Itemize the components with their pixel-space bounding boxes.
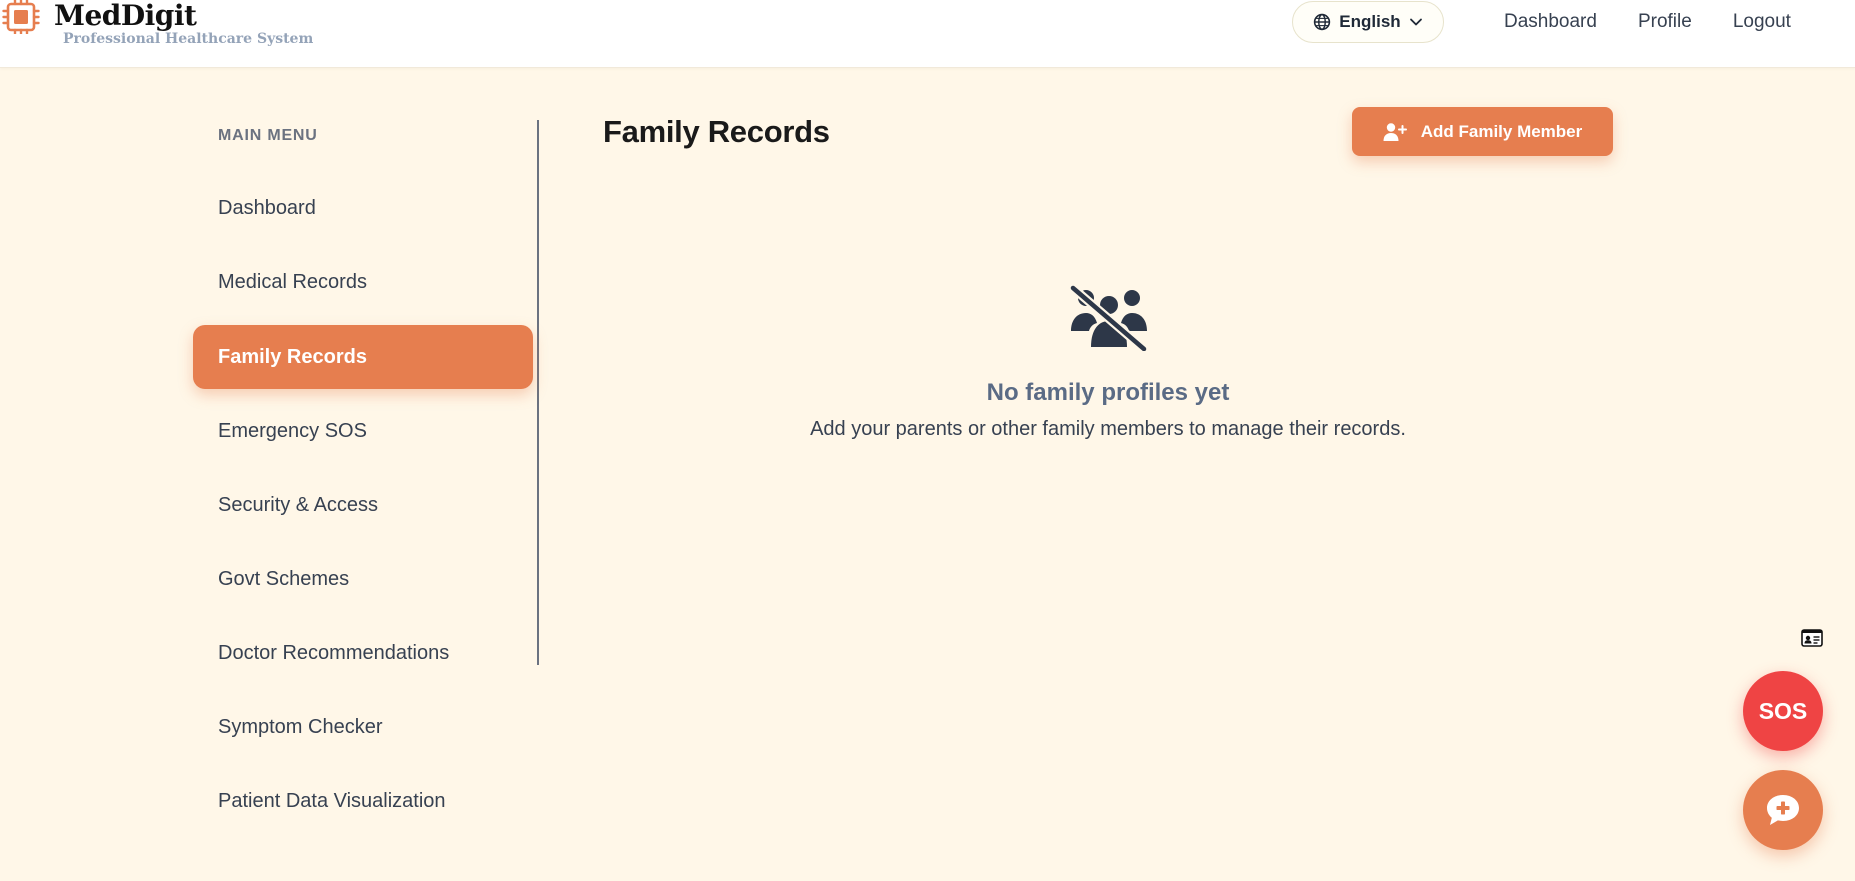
sidebar-item-security-access[interactable]: Security & Access <box>193 473 533 537</box>
chevron-down-icon <box>1409 18 1422 26</box>
sidebar-heading: MAIN MENU <box>218 127 318 144</box>
top-nav: Dashboard Profile Logout <box>1504 10 1791 34</box>
page-title: Family Records <box>603 114 830 149</box>
sidebar-item-doctor-recommendations[interactable]: Doctor Recommendations <box>193 621 533 685</box>
language-label: English <box>1339 12 1401 31</box>
medical-chat-button[interactable] <box>1743 770 1823 850</box>
empty-state-subtitle: Add your parents or other family members… <box>810 418 1406 440</box>
language-selector[interactable]: English <box>1292 1 1444 43</box>
brand-tagline: Professional Healthcare System <box>63 31 314 47</box>
nav-logout-link[interactable]: Logout <box>1733 10 1791 34</box>
brand-text: MedDigit Professional Healthcare System <box>54 0 313 47</box>
sidebar-item-dashboard[interactable]: Dashboard <box>193 176 533 240</box>
empty-state-title: No family profiles yet <box>986 379 1230 406</box>
brand-name: MedDigit <box>54 0 197 32</box>
id-card-icon[interactable] <box>1801 628 1823 648</box>
nav-profile-link[interactable]: Profile <box>1638 10 1692 34</box>
sidebar-item-patient-data-visualization[interactable]: Patient Data Visualization <box>193 769 533 833</box>
sidebar-item-govt-schemes[interactable]: Govt Schemes <box>193 547 533 611</box>
sidebar-item-symptom-checker[interactable]: Symptom Checker <box>193 695 533 759</box>
sos-button[interactable]: SOS <box>1743 671 1823 751</box>
top-header: MedDigit Professional Healthcare System … <box>0 0 1855 68</box>
sidebar-item-medical-records[interactable]: Medical Records <box>193 250 533 314</box>
medical-chat-icon <box>1767 795 1799 825</box>
users-slash-icon <box>1069 285 1149 351</box>
brand-logo[interactable]: MedDigit Professional Healthcare System <box>2 0 313 47</box>
add-family-member-label: Add Family Member <box>1420 121 1583 141</box>
chip-icon <box>2 0 40 34</box>
user-plus-icon <box>1383 122 1407 141</box>
nav-dashboard-link[interactable]: Dashboard <box>1504 10 1597 34</box>
globe-icon <box>1314 13 1331 31</box>
add-family-member-button[interactable]: Add Family Member <box>1352 107 1613 156</box>
